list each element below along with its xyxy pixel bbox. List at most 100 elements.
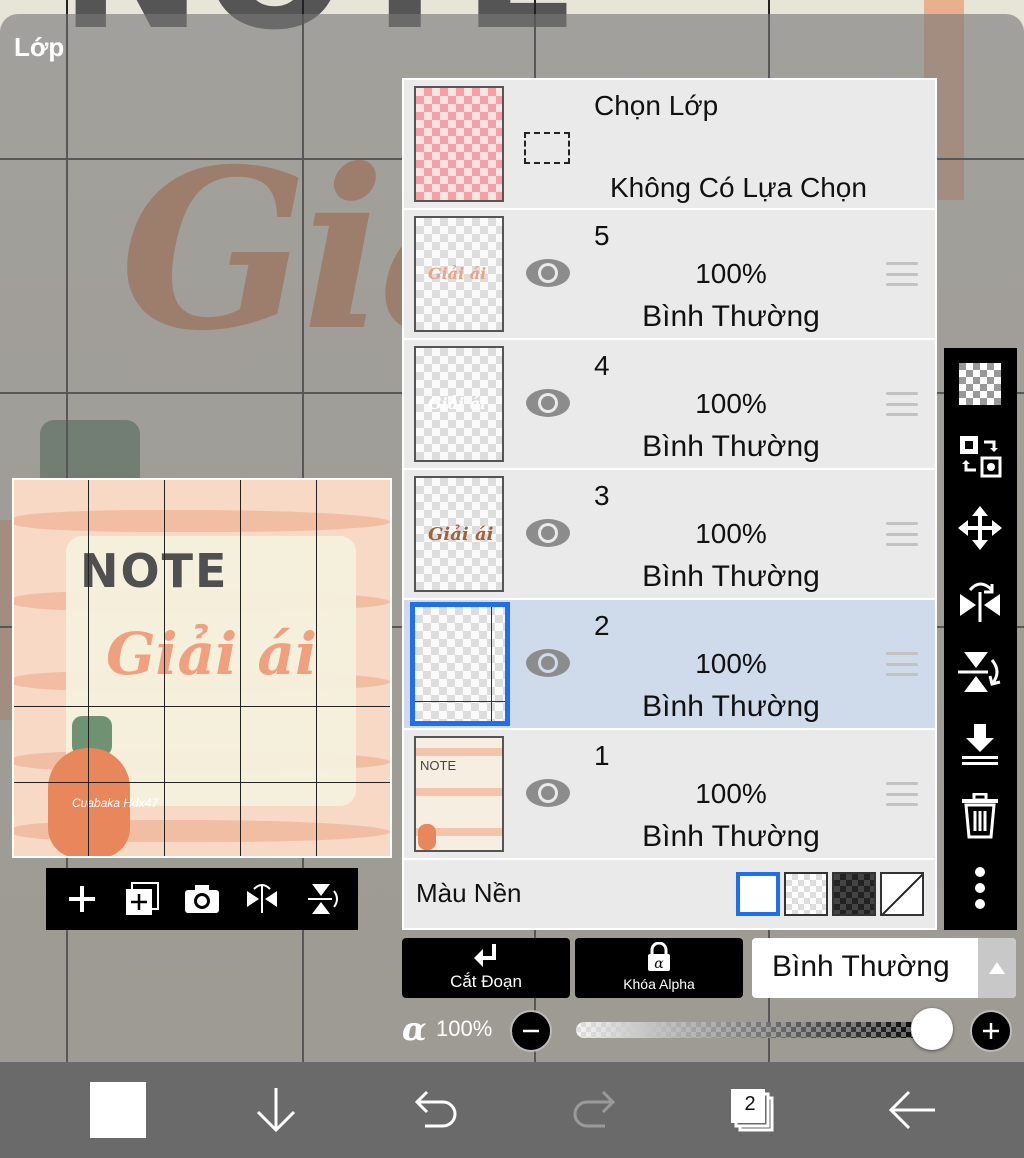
layer-thumbnail — [410, 602, 510, 726]
layers-list: Chọn Lớp Không Có Lựa Chọn Giải ái 5 100… — [402, 78, 937, 930]
layer-number: 3 — [594, 480, 610, 511]
selection-marquee-icon — [524, 132, 570, 164]
panel-title: Lớp — [14, 32, 65, 62]
layer-blend-mode: Bình Thường — [642, 820, 820, 853]
clipping-button[interactable]: Cắt Đoạn — [402, 938, 570, 998]
background-color-row: Màu Nền — [404, 862, 935, 928]
preview-grid-line — [240, 480, 241, 856]
visibility-eye-icon[interactable] — [524, 776, 572, 810]
layer-blend-mode: Bình Thường — [642, 560, 820, 593]
layer-opacity: 100% — [695, 388, 767, 419]
canvas-preview[interactable]: NOTE Giải ái Cuabaka Hdx47 — [12, 478, 392, 858]
layer-opacity: 100% — [695, 648, 767, 679]
layer-count: 2 — [744, 1093, 756, 1115]
visibility-eye-icon[interactable] — [524, 386, 572, 420]
blend-mode-value: Bình Thường — [772, 950, 950, 983]
back-arrow-icon[interactable] — [884, 1082, 940, 1138]
layer-row-3[interactable]: Giải ái 3 100% Bình Thường — [404, 470, 935, 600]
blend-mode-select[interactable]: Bình Thường — [752, 938, 1016, 998]
layer-blend-mode: Bình Thường — [642, 300, 820, 333]
layer-row-1[interactable]: NOTE 1 100% Bình Thường — [404, 730, 935, 860]
plus-icon[interactable] — [60, 877, 104, 921]
layer-thumb-text: NOTE — [420, 758, 457, 773]
bg-swatch-checker[interactable] — [784, 872, 828, 916]
bg-swatch-none[interactable] — [880, 872, 924, 916]
background-color-label: Màu Nền — [416, 878, 522, 908]
drag-handle-icon[interactable] — [886, 782, 918, 806]
layer-thumbnail: Giải ái — [414, 216, 504, 332]
flip-horizontal-icon[interactable] — [956, 576, 1004, 624]
opacity-value: 100% — [436, 1016, 493, 1041]
checkerboard-icon[interactable] — [956, 360, 1004, 408]
arrow-down-icon[interactable] — [248, 1082, 304, 1138]
color-swatch[interactable] — [90, 1082, 146, 1138]
flip-horizontal-icon[interactable] — [240, 877, 284, 921]
svg-text:α: α — [654, 956, 664, 972]
preview-grid-line — [316, 480, 317, 856]
preview-grid-line — [14, 782, 390, 783]
layer-number: 1 — [594, 740, 610, 771]
drag-handle-icon[interactable] — [886, 262, 918, 286]
opacity-decrease-button[interactable] — [510, 1010, 552, 1052]
preview-note-text: NOTE — [80, 544, 229, 598]
visibility-eye-icon[interactable] — [524, 256, 572, 290]
move-icon[interactable] — [956, 504, 1004, 552]
transfer-icon[interactable] — [956, 432, 1004, 480]
selection-layer-row[interactable]: Chọn Lớp Không Có Lựa Chọn — [404, 80, 935, 210]
drag-handle-icon[interactable] — [886, 522, 918, 546]
layer-thumb-text: Giải ái — [428, 394, 487, 413]
camera-icon[interactable] — [180, 877, 224, 921]
layer-thumbnail: Giải ái — [414, 476, 504, 592]
bg-swatch-white[interactable] — [736, 872, 780, 916]
layer-thumb-text: Giải ái — [428, 524, 494, 545]
layer-row-5[interactable]: Giải ái 5 100% Bình Thường — [404, 210, 935, 340]
clipping-label: Cắt Đoạn — [450, 972, 522, 991]
trash-icon[interactable] — [956, 792, 1004, 840]
drag-handle-icon[interactable] — [886, 652, 918, 676]
clipping-arrow-icon — [402, 942, 570, 970]
visibility-eye-icon[interactable] — [524, 516, 572, 550]
preview-script-text: Giải ái — [106, 620, 317, 688]
layer-opacity: 100% — [695, 258, 767, 289]
layer-opacity: 100% — [695, 778, 767, 809]
alpha-lock-label: Khóa Alpha — [623, 976, 695, 992]
layer-row-4[interactable]: Giải ái 4 100% Bình Thường — [404, 340, 935, 470]
visibility-eye-icon[interactable] — [524, 646, 572, 680]
redo-icon[interactable] — [566, 1082, 622, 1138]
layer-thumbnail: NOTE — [414, 736, 504, 852]
selection-thumbnail — [414, 86, 504, 202]
add-layer-icon[interactable] — [120, 877, 164, 921]
preview-grid-line — [14, 706, 390, 707]
alpha-symbol: α — [402, 1010, 427, 1048]
layer-number: 4 — [594, 350, 610, 381]
merge-down-icon[interactable] — [956, 720, 1004, 768]
undo-icon[interactable] — [408, 1082, 464, 1138]
selection-layer-title: Chọn Lớp — [594, 90, 719, 121]
preview-grid-line — [88, 480, 89, 856]
opacity-increase-button[interactable] — [970, 1010, 1012, 1052]
layer-opacity: 100% — [695, 518, 767, 549]
preview-grid-line — [164, 480, 165, 856]
layer-blend-mode: Bình Thường — [642, 690, 820, 723]
flip-vertical-icon[interactable] — [300, 877, 344, 921]
chevron-up-icon — [978, 938, 1016, 998]
lock-icon: α — [575, 942, 743, 972]
alpha-lock-button[interactable]: α Khóa Alpha — [575, 938, 743, 998]
opacity-slider[interactable] — [576, 1022, 932, 1038]
preview-toolbar — [46, 868, 358, 930]
layer-tools-toolbar — [944, 348, 1017, 930]
layer-thumb-text: Giải ái — [428, 264, 487, 283]
layer-row-2[interactable]: 2 100% Bình Thường — [404, 600, 935, 730]
drag-handle-icon[interactable] — [886, 392, 918, 416]
layers-icon[interactable]: 2 — [724, 1082, 780, 1138]
preview-wave — [14, 510, 390, 532]
flip-vertical-icon[interactable] — [956, 648, 1004, 696]
layer-number: 5 — [594, 220, 610, 251]
selection-status: Không Có Lựa Chọn — [610, 172, 867, 203]
opacity-slider-handle[interactable] — [911, 1008, 953, 1050]
bottom-toolbar: 2 — [0, 1062, 1024, 1158]
layer-blend-mode: Bình Thường — [642, 430, 820, 463]
more-icon[interactable] — [956, 864, 1004, 912]
bg-swatch-dark-checker[interactable] — [832, 872, 876, 916]
layer-number: 2 — [594, 610, 610, 641]
